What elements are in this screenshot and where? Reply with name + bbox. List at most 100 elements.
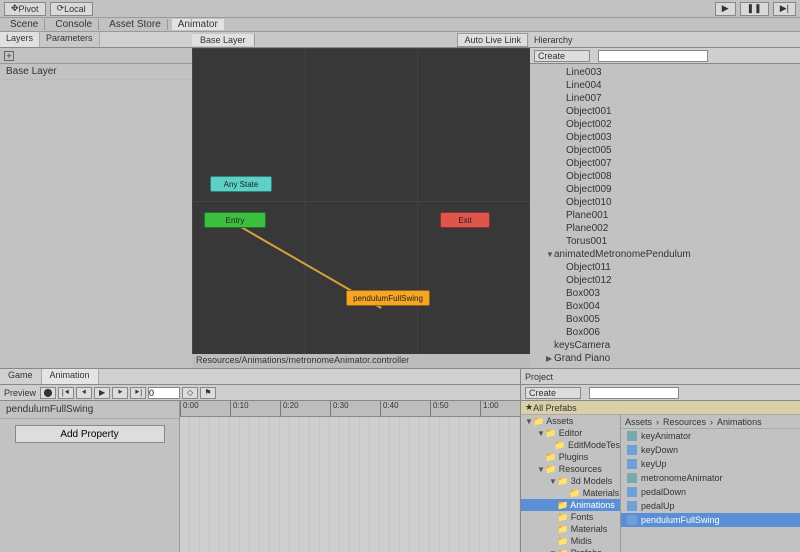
favorites-row[interactable]: ★ All Prefabs [521,401,800,415]
hierarchy-item[interactable]: Object011 [530,261,800,274]
breadcrumb-item[interactable]: Assets [625,417,652,427]
hierarchy-item[interactable]: Box005 [530,313,800,326]
clip-dropdown[interactable]: pendulumFullSwing [0,401,179,419]
project-folder-item[interactable]: 📁 Fonts [521,511,620,523]
local-button[interactable]: ⟳ Local [50,2,93,16]
default-state-node[interactable]: pendulumFullSwing [346,290,430,306]
hierarchy-item[interactable]: Line007 [530,92,800,105]
scene-tab[interactable]: Scene [4,19,45,30]
project-search-input[interactable] [589,387,679,399]
next-key-button[interactable]: ⯈ [112,387,128,399]
hierarchy-item[interactable]: Object007 [530,157,800,170]
add-keyframe-button[interactable]: ◇ [182,387,198,399]
hierarchy-item[interactable]: Object010 [530,196,800,209]
hierarchy-item[interactable]: Object003 [530,131,800,144]
layers-tab[interactable]: Layers [0,32,40,47]
hierarchy-item[interactable]: Line003 [530,66,800,79]
prev-key-button[interactable]: ⯇ [76,387,92,399]
last-key-button[interactable]: ⯈| [130,387,146,399]
animator-tab[interactable]: Animator [172,19,224,30]
add-layer-button[interactable]: + [4,51,14,61]
animator-breadcrumb[interactable]: Base Layer [192,34,255,46]
record-button[interactable]: ⬤ [40,387,56,399]
timeline-ruler[interactable]: 0:000:100:200:300:400:501:00 [180,401,520,417]
auto-live-link-toggle[interactable]: Auto Live Link [457,33,528,47]
asset-store-tab[interactable]: Asset Store [103,19,168,30]
project-folder-item[interactable]: ▼📁 Prefabs [521,547,620,552]
project-folder-item[interactable]: ▼📁 3d Models [521,475,620,487]
breadcrumb-item[interactable]: Resources [663,417,706,427]
project-folder-item[interactable]: ▼📁 Resources [521,463,620,475]
pivot-button[interactable]: ✥ Pivot [4,2,46,16]
animation-tab[interactable]: Animation [42,369,99,384]
hierarchy-item[interactable]: Object002 [530,118,800,131]
any-state-node[interactable]: Any State [210,176,272,192]
play-anim-button[interactable]: ▶ [94,387,110,399]
project-title: Project [525,372,553,382]
project-folder-item[interactable]: 📁 EditModeTes [521,439,620,451]
game-tab[interactable]: Game [0,369,42,384]
project-asset-item[interactable]: metronomeAnimator [621,471,800,485]
animator-breadcrumb-bar: Base Layer Auto Live Link [192,32,530,48]
timeline-tick: 0:10 [230,401,249,416]
layer-item[interactable]: Base Layer [0,64,192,80]
hierarchy-search-input[interactable] [598,50,708,62]
hierarchy-item[interactable]: ▶Grand Piano [530,352,800,365]
hierarchy-item[interactable]: Plane001 [530,209,800,222]
project-folder-item[interactable]: ▼📁 Editor [521,427,620,439]
pause-button[interactable]: ❚❚ [740,2,769,16]
hierarchy-tree[interactable]: Line003Line004Line007Object001Object002O… [530,64,800,368]
project-asset-item[interactable]: keyUp [621,457,800,471]
first-key-button[interactable]: |⯇ [58,387,74,399]
asset-icon [627,459,637,469]
parameters-tab[interactable]: Parameters [40,32,100,47]
hierarchy-item[interactable]: Line004 [530,79,800,92]
project-folder-item[interactable]: 📁 Materials [521,523,620,535]
hierarchy-item[interactable]: Object005 [530,144,800,157]
hierarchy-item[interactable]: Object008 [530,170,800,183]
project-asset-item[interactable]: keyDown [621,443,800,457]
hierarchy-item[interactable]: keysCamera [530,339,800,352]
animator-param-tabs: Layers Parameters [0,32,192,48]
project-asset-item[interactable]: pedalDown [621,485,800,499]
animation-timeline[interactable]: 0:000:100:200:300:400:501:00 [180,401,520,552]
hierarchy-item[interactable]: Plane002 [530,222,800,235]
hierarchy-item[interactable]: Box004 [530,300,800,313]
project-asset-item[interactable]: pendulumFullSwing [621,513,800,527]
project-folder-item[interactable]: 📁 Plugins [521,451,620,463]
add-event-button[interactable]: ⚑ [200,387,216,399]
breadcrumb-item[interactable]: Animations [717,417,762,427]
hierarchy-create-dropdown[interactable]: Create [534,50,590,62]
animation-property-list: pendulumFullSwing Add Property [0,401,180,552]
animator-graph-panel: Base Layer Auto Live Link Any State Entr… [192,32,530,368]
hierarchy-item[interactable]: Object009 [530,183,800,196]
exit-node[interactable]: Exit [440,212,490,228]
entry-node[interactable]: Entry [204,212,266,228]
hierarchy-item[interactable]: ▼animatedMetronomePendulum [530,248,800,261]
project-asset-item[interactable]: keyAnimator [621,429,800,443]
timeline-tick: 0:00 [180,401,199,416]
project-asset-list[interactable]: keyAnimatorkeyDownkeyUpmetronomeAnimator… [621,429,800,552]
hierarchy-item[interactable]: Box006 [530,326,800,339]
project-folder-item[interactable]: 📁 Midis [521,535,620,547]
timeline-body[interactable] [180,417,520,552]
step-button[interactable]: ▶| [773,2,796,16]
console-tab[interactable]: Console [49,19,99,30]
hierarchy-item[interactable]: Box003 [530,287,800,300]
hierarchy-item[interactable]: Object001 [530,105,800,118]
local-label: Local [64,4,86,14]
hierarchy-item[interactable]: Object012 [530,274,800,287]
project-asset-item[interactable]: pedalUp [621,499,800,513]
project-create-dropdown[interactable]: Create [525,387,581,399]
top-toolbar: ✥ Pivot ⟳ Local ▶ ❚❚ ▶| [0,0,800,18]
add-property-button[interactable]: Add Property [15,425,165,443]
hierarchy-item[interactable]: Torus001 [530,235,800,248]
frame-input[interactable] [148,387,180,399]
project-folder-item[interactable]: 📁 Materials [521,487,620,499]
project-breadcrumb[interactable]: Assets›Resources›Animations [621,415,800,429]
play-button[interactable]: ▶ [715,2,736,16]
animator-graph[interactable]: Any State Entry pendulumFullSwing Exit [192,48,530,354]
project-folder-tree[interactable]: ▼📁 Assets▼📁 Editor📁 EditModeTes📁 Plugins… [521,415,621,552]
project-folder-item[interactable]: ▼📁 Assets [521,415,620,427]
project-folder-item[interactable]: 📁 Animations [521,499,620,511]
